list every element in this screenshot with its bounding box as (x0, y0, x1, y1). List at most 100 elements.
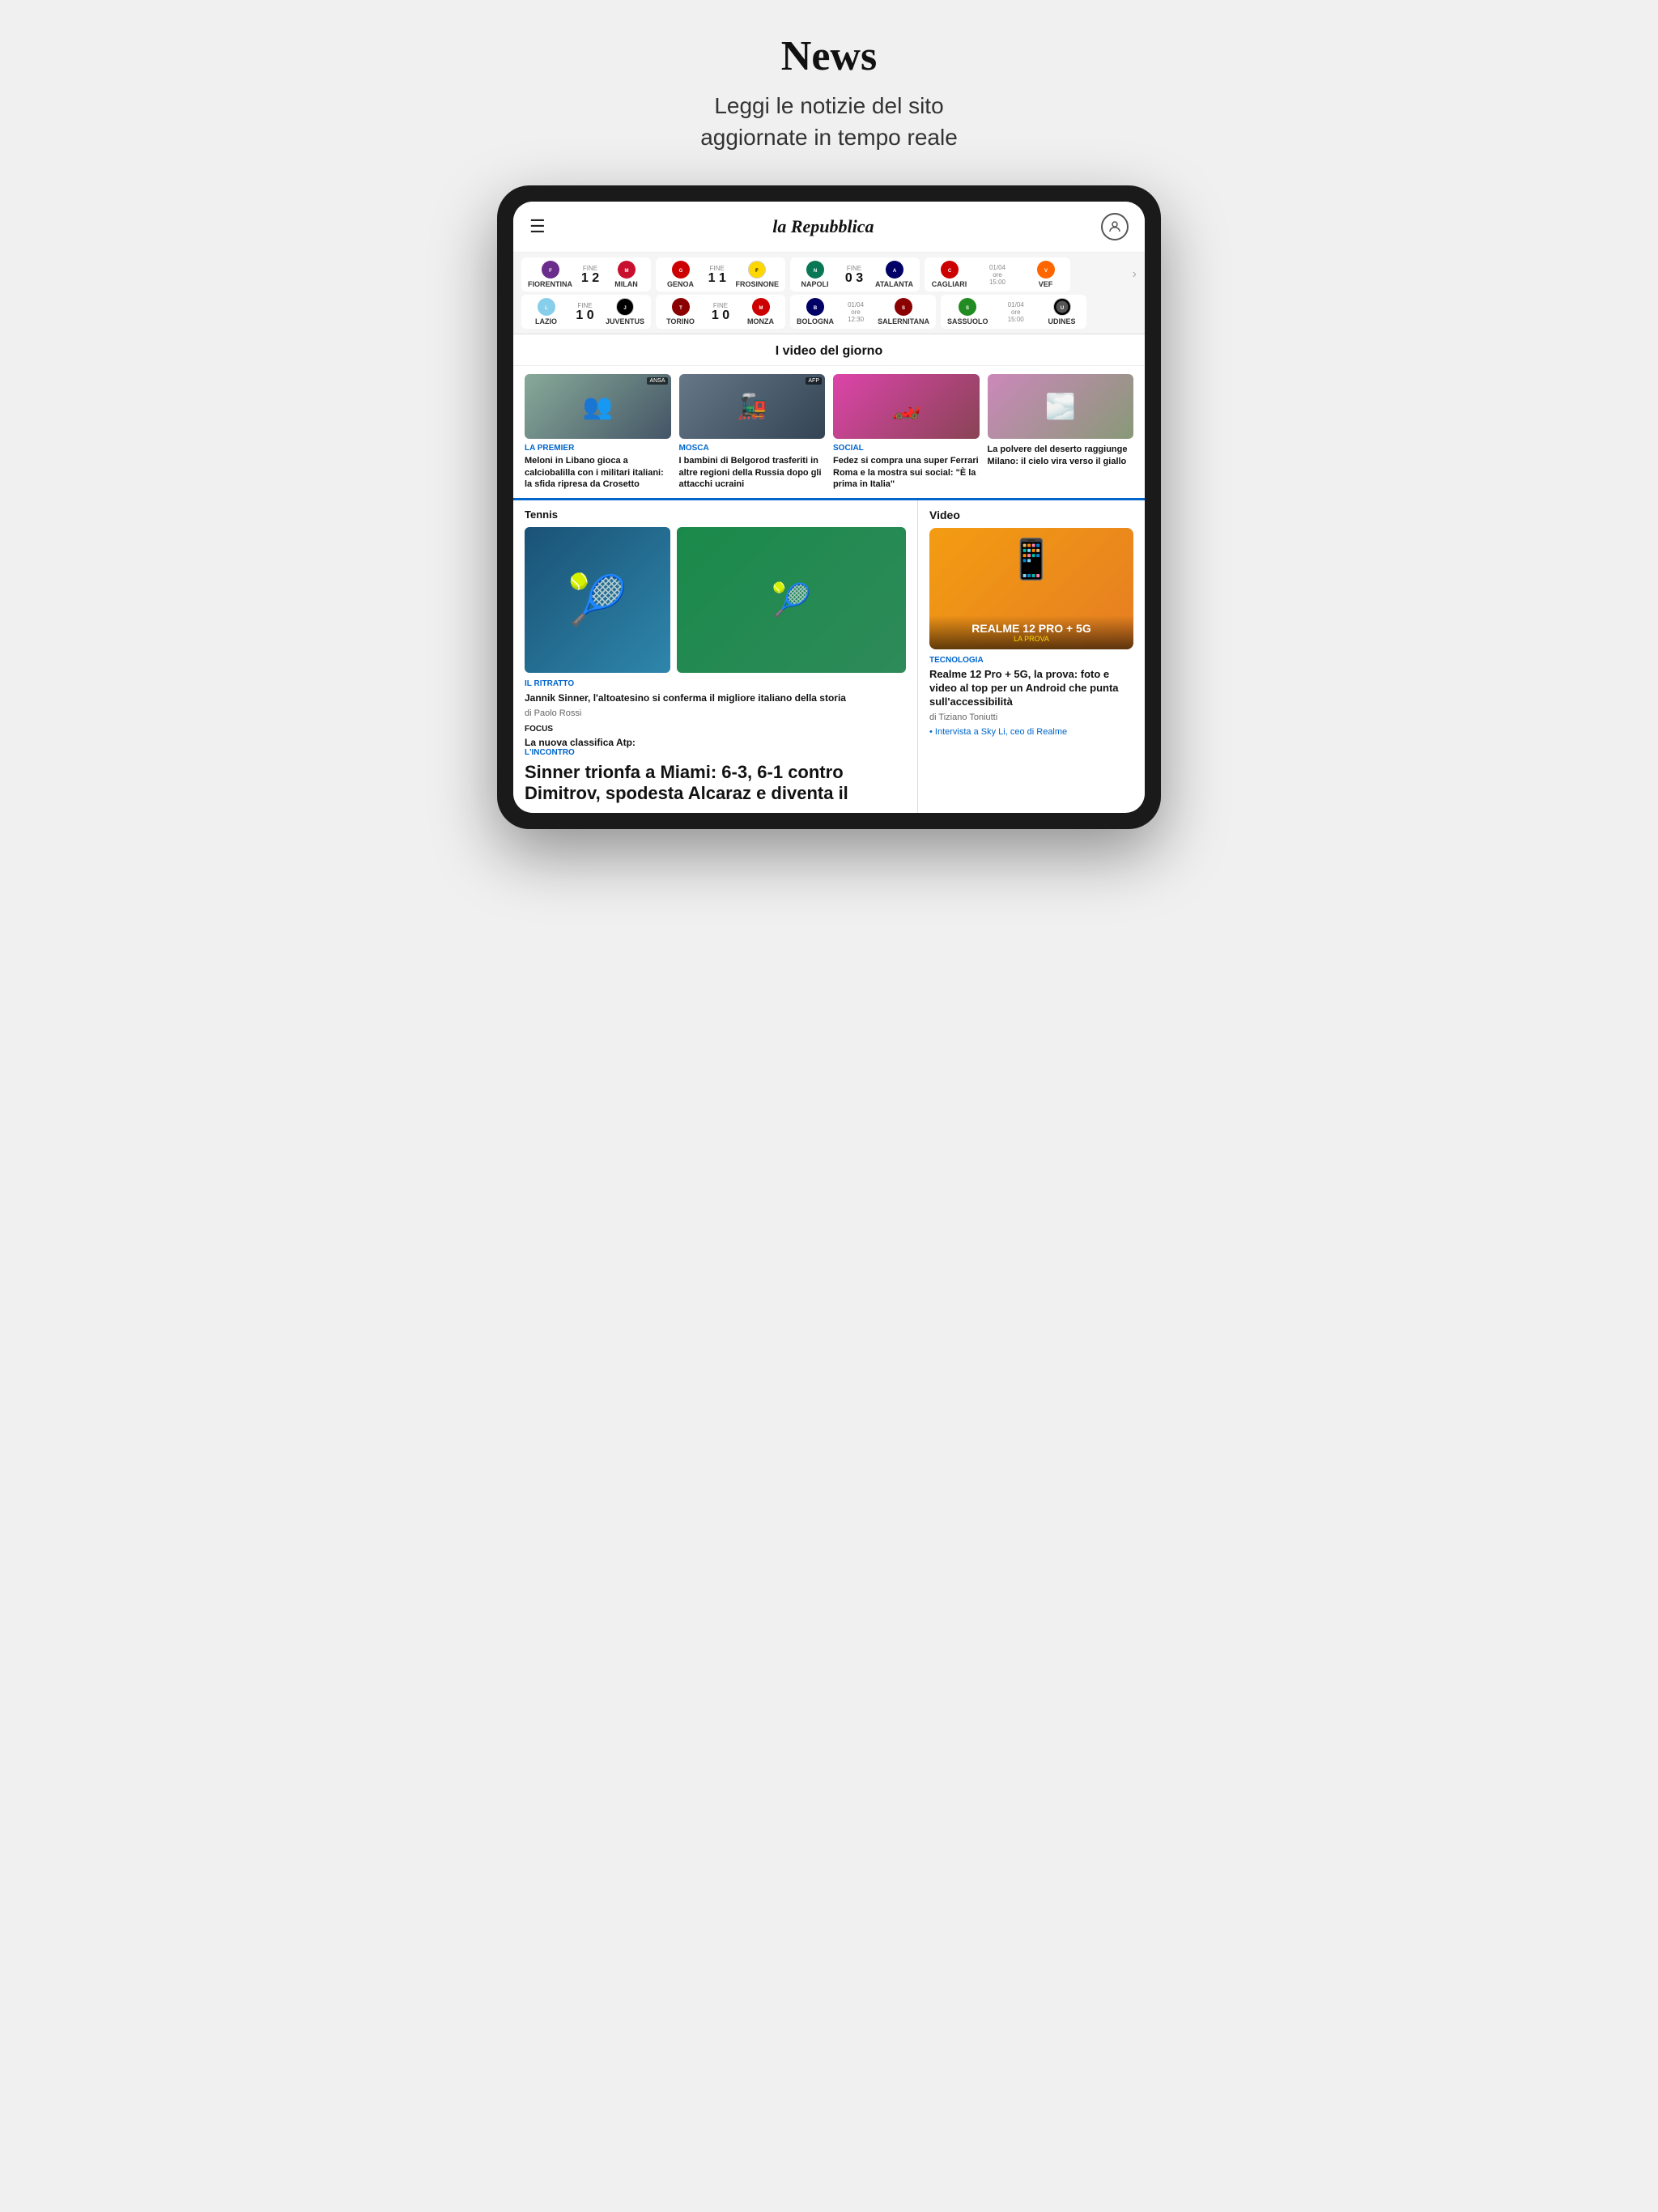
ansa-badge-2: AFP (806, 377, 822, 385)
team-badge-monza: M (752, 298, 770, 316)
scores-row-2: L LAZIO FINE 1 0 J JUVENTUS (521, 295, 1137, 329)
svg-text:M: M (759, 306, 763, 311)
team-badge-lazio: L (538, 298, 555, 316)
score-fiorentina-milan[interactable]: F FIORENTINA FINE 1 2 M MILAN (521, 257, 651, 291)
score-bologna-salernitana[interactable]: B BOLOGNA 01/04ore12:30 S SALERNITANA (790, 295, 936, 329)
team-badge-vef: V (1037, 261, 1055, 279)
brand-logo: la Repubblica (772, 216, 874, 237)
team-name-lazio: LAZIO (535, 317, 557, 325)
team-name-atalanta: ATALANTA (875, 280, 913, 288)
video-item-2[interactable]: 🚂 AFP MOSCA I bambini di Belgorod trasfe… (679, 374, 826, 490)
svg-text:B: B (814, 306, 818, 311)
score-lazio-juventus[interactable]: L LAZIO FINE 1 0 J JUVENTUS (521, 295, 651, 329)
main-category-tag: L'INCONTRO (525, 748, 906, 757)
team-name-juventus: JUVENTUS (606, 317, 644, 325)
team-badge-juventus: J (616, 298, 634, 316)
score-date-1: 01/04ore15:00 (971, 264, 1024, 286)
video-headline-1: Meloni in Libano gioca a calciobalilla c… (525, 455, 671, 490)
svg-text:T: T (679, 306, 682, 311)
team-badge-atalanta: A (886, 261, 903, 279)
video-headline-4: La polvere del deserto raggiunge Milano:… (988, 444, 1134, 467)
team-badge-genoa: G (672, 261, 690, 279)
video-feature-image[interactable]: 📱 REALME 12 PRO + 5G LA PROVA (929, 528, 1133, 649)
team-name-udine: UDINES (1048, 317, 1075, 325)
video-right-label: Video (929, 508, 1133, 521)
right-author: di Tiziano Toniutti (929, 713, 1133, 722)
svg-text:N: N (813, 269, 816, 274)
svg-text:V: V (1044, 269, 1047, 274)
team-name-cagliari: CAGLIARI (932, 280, 967, 288)
video-item-1[interactable]: 👥 ANSA LA PREMIER Meloni in Libano gioca… (525, 374, 671, 490)
svg-text:F: F (755, 269, 759, 274)
score-value-1: 1 2 (576, 272, 605, 285)
page-subtitle: Leggi le notizie del sitoaggiornate in t… (700, 90, 958, 153)
content-right: Video 📱 REALME 12 PRO + 5G LA PROVA TECN… (918, 500, 1145, 813)
score-date-2: 01/04ore12:30 (837, 301, 874, 323)
team-name-torino: TORINO (666, 317, 695, 325)
video-headline-2: I bambini di Belgorod trasferiti in altr… (679, 455, 826, 490)
team-name-bologna: BOLOGNA (797, 317, 834, 325)
page-header: News Leggi le notizie del sitoaggiornate… (700, 32, 958, 153)
video-item-4[interactable]: 🌫️ La polvere del deserto raggiunge Mila… (988, 374, 1134, 490)
tablet-frame: ☰ la Repubblica F FIORENTINA (497, 185, 1161, 828)
ansa-badge-1: ANSA (647, 377, 667, 385)
sub-author: di Paolo Rossi (525, 708, 906, 718)
video-category-3: SOCIAL (833, 444, 980, 453)
page-title: News (700, 32, 958, 80)
score-cagliari-vef[interactable]: C CAGLIARI 01/04ore15:00 V VEF (925, 257, 1070, 291)
tennis-side-image: 🎾 (677, 527, 906, 673)
team-name-monza: MONZA (747, 317, 774, 325)
team-badge-frosinone: F (748, 261, 766, 279)
focus-label: FOCUS (525, 725, 906, 734)
video-grid: 👥 ANSA LA PREMIER Meloni in Libano gioca… (513, 366, 1145, 498)
phone-icon: 📱 (1007, 536, 1056, 582)
team-name-frosinone: FROSINONE (735, 280, 779, 288)
team-badge-udine: U (1053, 298, 1071, 316)
score-torino-monza[interactable]: T TORINO FINE 1 0 M MONZA (656, 295, 785, 329)
svg-text:M: M (624, 269, 628, 274)
score-sassuolo-udine[interactable]: S SASSUOLO 01/04ore15:00 U UDINES (941, 295, 1086, 329)
content-section: Tennis 🎾 🎾 IL RITRATTO Jannik Sinner, l'… (513, 498, 1145, 813)
video-thumb-1: 👥 ANSA (525, 374, 671, 439)
score-value-4: 1 0 (568, 309, 602, 322)
menu-icon[interactable]: ☰ (529, 216, 546, 237)
team-name-sassuolo: SASSUOLO (947, 317, 988, 325)
video-thumb-4: 🌫️ (988, 374, 1134, 439)
team-name-salernitana: SALERNITANA (878, 317, 929, 325)
score-value-5: 1 0 (702, 309, 739, 322)
svg-text:J: J (623, 306, 626, 311)
tablet-screen: ☰ la Repubblica F FIORENTINA (513, 202, 1145, 812)
team-name-vef: VEF (1039, 280, 1053, 288)
svg-text:F: F (549, 269, 552, 274)
score-napoli-atalanta[interactable]: N NAPOLI FINE 0 3 A ATALANTA (790, 257, 920, 291)
scores-row-1: F FIORENTINA FINE 1 2 M MILAN (521, 257, 1137, 291)
focus-text: La nuova classifica Atp: (525, 737, 906, 748)
video-category-2: MOSCA (679, 444, 826, 453)
tennis-section-label: Tennis (525, 508, 906, 521)
score-value-2: 1 1 (702, 272, 732, 285)
team-badge-cagliari: C (941, 261, 959, 279)
video-feature-overlay: REALME 12 PRO + 5G LA PROVA (929, 615, 1133, 649)
tennis-main-image: 🎾 (525, 527, 670, 673)
main-headline: Sinner trionfa a Miami: 6-3, 6-1 contro … (525, 762, 906, 805)
score-value-3: 0 3 (836, 272, 872, 285)
user-icon[interactable] (1101, 213, 1129, 240)
svg-text:G: G (678, 269, 682, 274)
team-name-genoa: GENOA (667, 280, 694, 288)
video-headline-3: Fedez si compra una super Ferrari Roma e… (833, 455, 980, 490)
team-name-fiorentina: FIORENTINA (528, 280, 572, 288)
video-category-1: LA PREMIER (525, 444, 671, 453)
score-genoa-frosinone[interactable]: G GENOA FINE 1 1 F FROSINONE (656, 257, 785, 291)
team-badge-sassuolo: S (959, 298, 976, 316)
team-badge-torino: T (672, 298, 690, 316)
realme-text: REALME 12 PRO + 5G (936, 622, 1127, 635)
svg-text:L: L (545, 306, 548, 311)
video-section-title: I video del giorno (513, 334, 1145, 366)
next-arrow-icon[interactable]: › (1133, 267, 1137, 282)
video-item-3[interactable]: 🏎️ SOCIAL Fedez si compra una super Ferr… (833, 374, 980, 490)
video-thumb-2: 🚂 AFP (679, 374, 826, 439)
svg-text:A: A (892, 269, 896, 274)
team-badge-fiorentina: F (542, 261, 559, 279)
svg-text:S: S (902, 306, 905, 311)
svg-text:U: U (1060, 306, 1063, 311)
